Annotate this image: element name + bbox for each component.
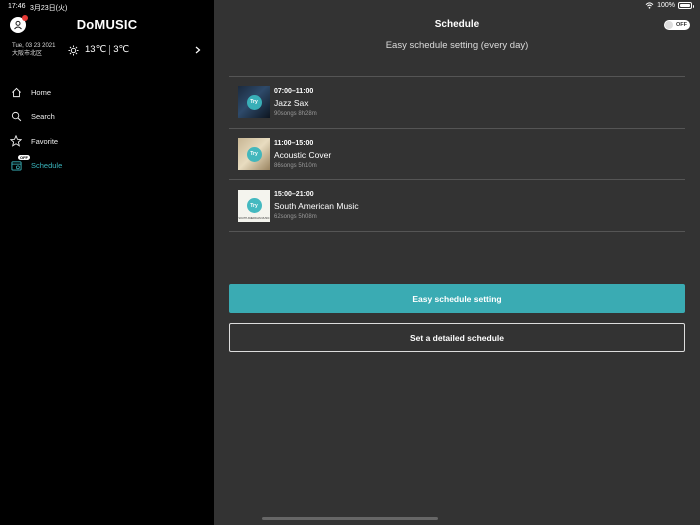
schedule-item[interactable]: Try SOUTH AMERICAN MUSIC 15:00–21:00 Sou… bbox=[229, 180, 685, 233]
schedule-time: 15:00–21:00 bbox=[274, 191, 314, 199]
schedule-name: South American Music bbox=[274, 201, 359, 212]
sidebar-item-label: Schedule bbox=[31, 161, 63, 171]
battery-icon bbox=[678, 2, 694, 9]
temp-divider bbox=[109, 44, 111, 55]
weather-date[interactable]: Tue, 03 23 2021 大阪市北区 bbox=[12, 42, 55, 58]
album-caption: SOUTH AMERICAN MUSIC bbox=[238, 216, 270, 220]
sidebar-item-label: Search bbox=[31, 112, 55, 122]
schedule-name: Acoustic Cover bbox=[274, 149, 332, 160]
detailed-schedule-button[interactable]: Set a detailed schedule bbox=[229, 323, 685, 352]
schedule-toggle[interactable]: OFF bbox=[664, 20, 690, 30]
sidebar-item-favorite[interactable]: Favorite bbox=[0, 129, 214, 154]
schedule-icon: OFF bbox=[10, 154, 30, 172]
toggle-label: OFF bbox=[676, 22, 687, 28]
search-icon bbox=[10, 111, 22, 123]
wifi-icon bbox=[645, 2, 654, 9]
status-time: 17:46 bbox=[8, 3, 26, 10]
weather-date-line: Tue, 03 23 2021 bbox=[12, 43, 56, 49]
schedule-meta: 86songs 5h10m bbox=[274, 162, 317, 169]
schedule-meta: 90songs 8h28m bbox=[274, 110, 317, 117]
status-date: 3月23日(火) bbox=[30, 5, 68, 12]
app-title: DoMUSIC bbox=[76, 17, 138, 32]
home-indicator[interactable] bbox=[262, 517, 438, 520]
easy-schedule-button[interactable]: Easy schedule setting bbox=[229, 284, 685, 313]
schedule-list: Try 07:00–11:00 Jazz Sax 90songs 8h28m T… bbox=[229, 76, 685, 233]
schedule-item[interactable]: Try 07:00–11:00 Jazz Sax 90songs 8h28m bbox=[229, 77, 685, 129]
page-subtitle: Easy schedule setting (every day) bbox=[385, 40, 529, 51]
star-icon bbox=[10, 135, 22, 147]
schedule-off-badge: OFF bbox=[18, 154, 30, 160]
try-badge: Try bbox=[246, 146, 262, 162]
album-thumbnail: Try SOUTH AMERICAN MUSIC bbox=[238, 189, 270, 222]
sidebar-item-label: Home bbox=[31, 87, 52, 97]
album-thumbnail: Try bbox=[238, 86, 270, 119]
sidebar-item-home[interactable]: Home bbox=[0, 80, 214, 105]
sidebar-item-label: Favorite bbox=[31, 136, 59, 146]
schedule-name: Jazz Sax bbox=[274, 97, 309, 108]
page-title: Schedule bbox=[434, 19, 480, 30]
schedule-time: 07:00–11:00 bbox=[274, 87, 314, 95]
chevron-right-icon[interactable] bbox=[195, 46, 201, 54]
weather-temps: 13℃ 3℃ bbox=[85, 44, 129, 55]
main-panel: Schedule OFF Easy schedule setting (ever… bbox=[214, 0, 700, 525]
try-badge: Try bbox=[246, 198, 262, 214]
temp-low: 3℃ bbox=[113, 44, 130, 55]
sidebar-item-search[interactable]: Search bbox=[0, 105, 214, 130]
sun-icon bbox=[68, 45, 79, 56]
battery-percent: 100% bbox=[657, 2, 675, 9]
status-right: 100% bbox=[645, 2, 694, 9]
album-thumbnail: Try bbox=[238, 138, 270, 171]
sidebar: DoMUSIC Tue, 03 23 2021 大阪市北区 13℃ 3℃ Hom… bbox=[0, 0, 214, 525]
schedule-meta: 62songs 5h08m bbox=[274, 214, 317, 221]
sidebar-nav: Home Search Favorite OFF Schedule bbox=[0, 80, 214, 178]
status-bar: 17:46 3月23日(火) 100% bbox=[0, 0, 700, 14]
weather-location: 大阪市北区 bbox=[12, 51, 43, 57]
try-badge: Try bbox=[246, 94, 262, 110]
sidebar-item-schedule[interactable]: OFF Schedule bbox=[0, 154, 214, 179]
temp-high: 13℃ bbox=[85, 44, 107, 55]
schedule-item[interactable]: Try 11:00–15:00 Acoustic Cover 86songs 5… bbox=[229, 129, 685, 181]
schedule-time: 11:00–15:00 bbox=[274, 139, 314, 147]
home-icon bbox=[10, 86, 22, 98]
